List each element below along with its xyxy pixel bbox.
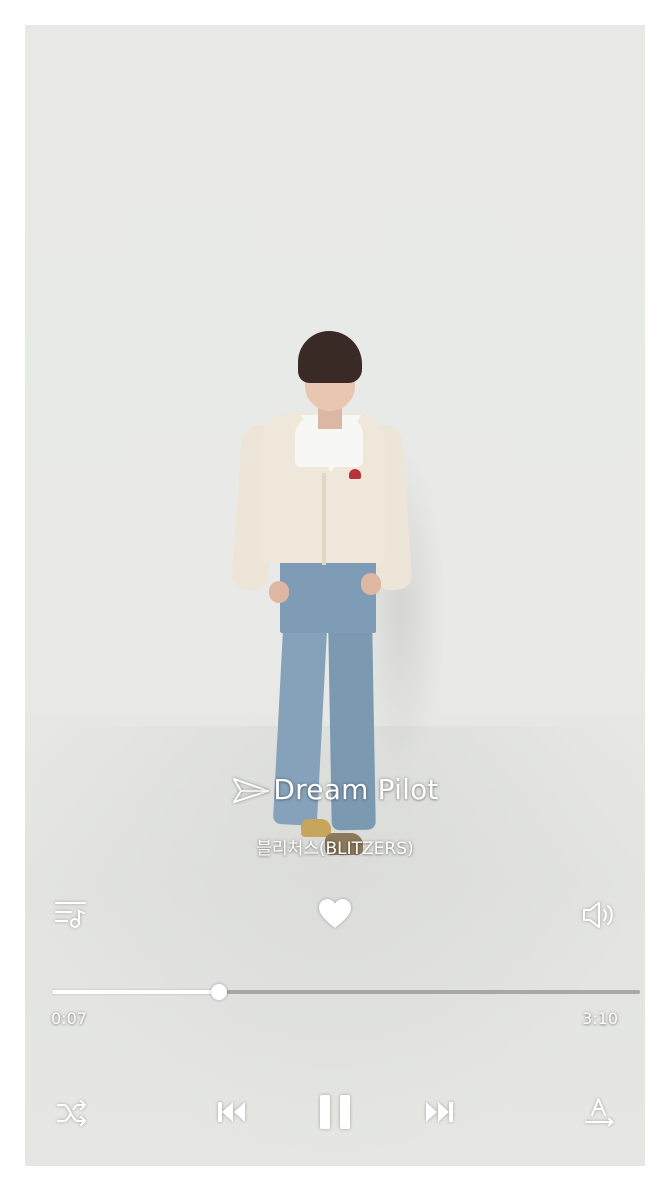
right-hand: [361, 573, 381, 595]
cardigan-placket: [322, 473, 326, 565]
total-time: 3:10: [582, 1009, 618, 1028]
volume-icon: [581, 899, 619, 931]
heart-icon: [317, 897, 353, 931]
next-track-icon: [422, 1098, 456, 1126]
artist-photo: [25, 25, 645, 1166]
song-title-row: Dream Pilot: [25, 773, 645, 806]
playlist-icon: [53, 899, 89, 931]
lyrics-icon: [583, 1095, 617, 1129]
hair: [298, 331, 362, 383]
pause-icon: [318, 1093, 352, 1131]
elapsed-time: 0:07: [51, 1009, 87, 1028]
artist-name[interactable]: 블리처스(BLITZERS): [25, 834, 645, 859]
next-button[interactable]: [422, 1098, 456, 1126]
progress-bar[interactable]: [52, 984, 640, 1000]
volume-button[interactable]: [581, 899, 619, 931]
song-title: Dream Pilot: [273, 773, 439, 806]
jeans: [280, 553, 376, 633]
previous-button[interactable]: [215, 1098, 249, 1126]
paper-plane-icon: [231, 775, 271, 805]
playlist-button[interactable]: [53, 899, 89, 931]
left-hand: [269, 581, 289, 603]
pause-button[interactable]: [318, 1093, 352, 1131]
like-button[interactable]: [317, 897, 353, 931]
progress-thumb[interactable]: [211, 984, 227, 1000]
previous-track-icon: [215, 1098, 249, 1126]
player-screen: Dream Pilot 블리처스(BLITZERS) 0:07 3:10: [25, 25, 645, 1166]
progress-fill: [52, 990, 219, 994]
shuffle-button[interactable]: [55, 1098, 89, 1128]
lyrics-button[interactable]: [583, 1095, 617, 1129]
heart-patch: [349, 469, 361, 479]
shuffle-icon: [55, 1098, 89, 1128]
